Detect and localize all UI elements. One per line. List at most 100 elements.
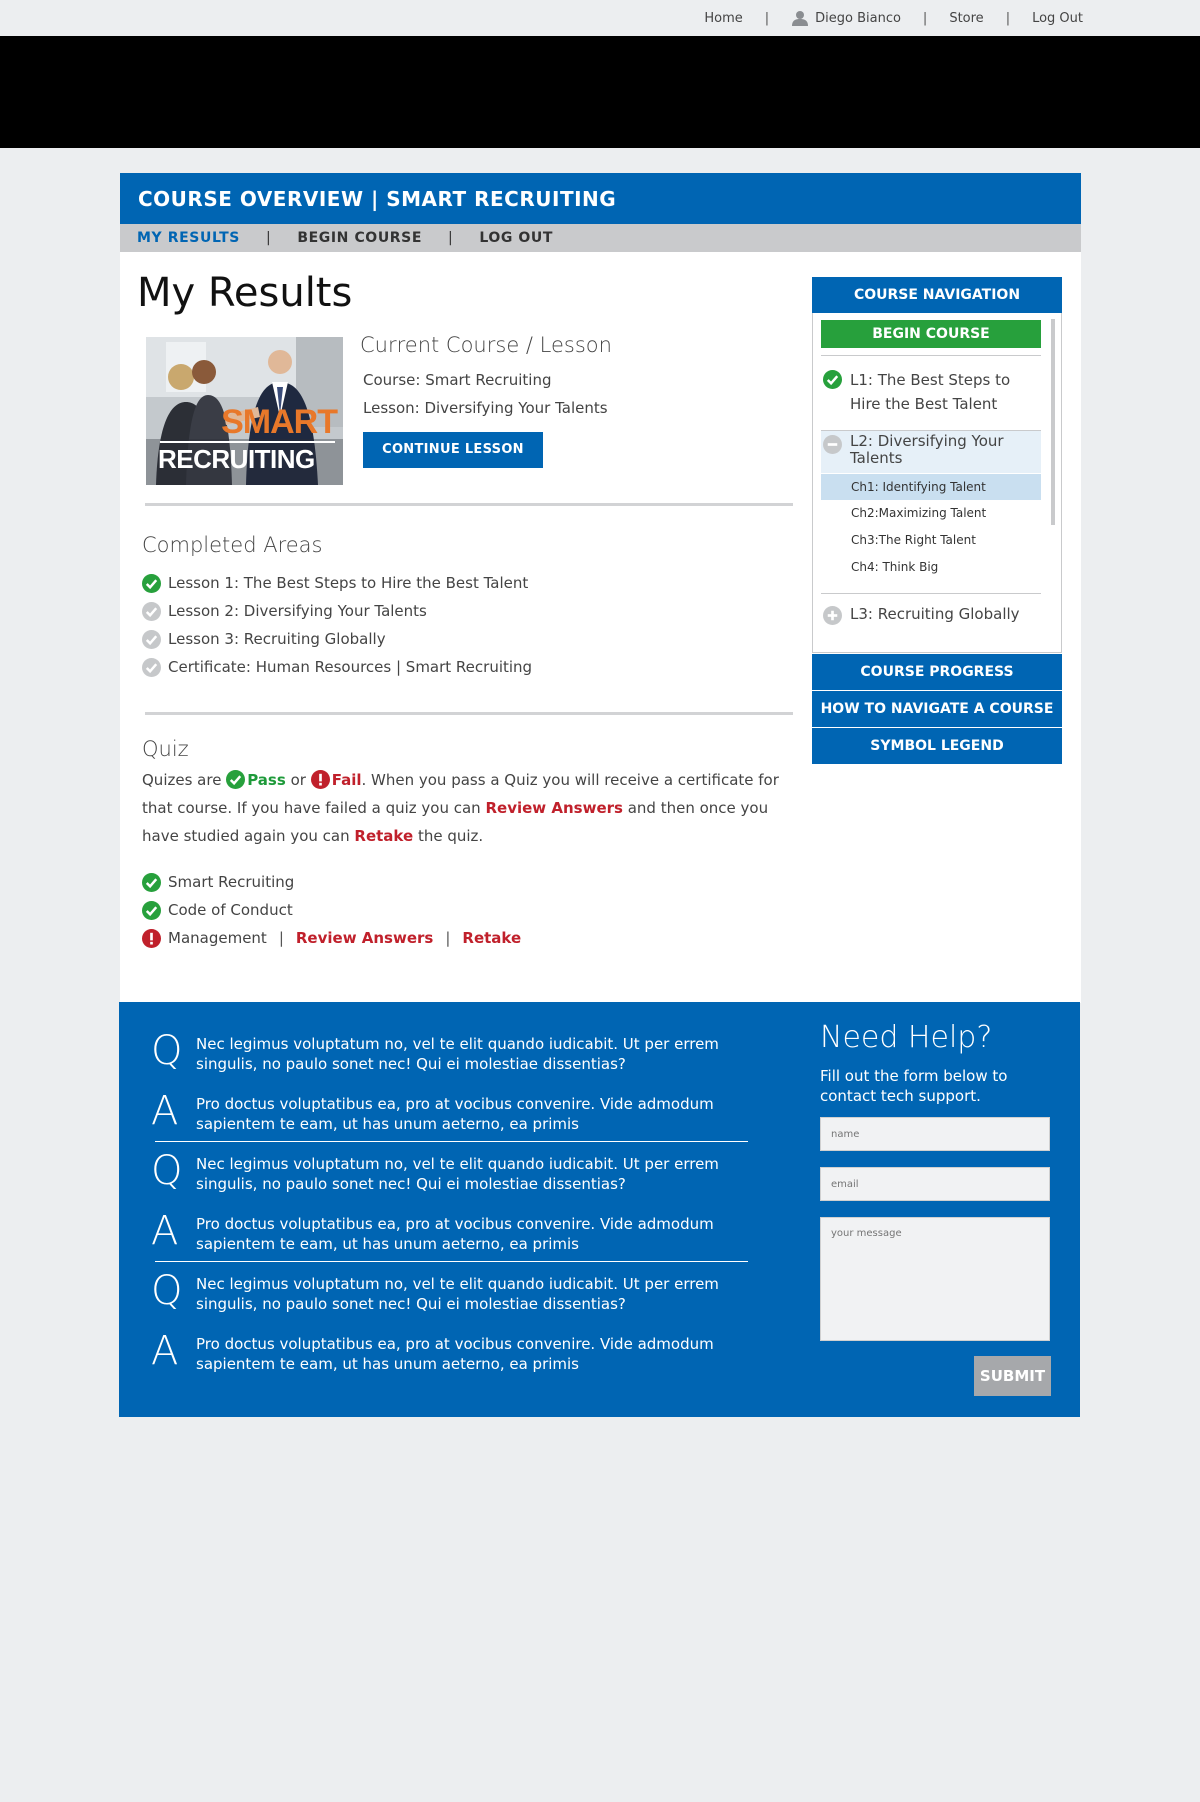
question-text: Nec legimus voluptatum no, vel te elit q… (196, 1155, 719, 1193)
completed-item: Lesson 2: Diversifying Your Talents (142, 597, 532, 625)
symbol-legend-button[interactable]: SYMBOL LEGEND (812, 727, 1062, 764)
user-icon (792, 11, 809, 26)
course-image: SMART RECRUITING (146, 337, 343, 485)
pass-icon (226, 770, 246, 789)
nav-lesson-label: L3: Recruiting Globally (850, 605, 1020, 623)
nav-lesson-2[interactable]: L2: Diversifying Your Talents (823, 433, 1033, 467)
user-link[interactable]: Diego Bianco (791, 10, 901, 26)
completed-item: Lesson 1: The Best Steps to Hire the Bes… (142, 569, 532, 597)
check-complete-icon (823, 370, 842, 389)
check-incomplete-icon (142, 601, 161, 621)
nav-lesson-1[interactable]: L1: The Best Steps to Hire the Best Tale… (823, 368, 1033, 416)
review-answers-link[interactable]: Review Answers (485, 799, 622, 817)
completed-item-label: Lesson 3: Recruiting Globally (168, 630, 386, 648)
quiz-text-1: Quizes are (142, 771, 222, 789)
store-link[interactable]: Store (949, 11, 983, 26)
nav-lesson-3[interactable]: L3: Recruiting Globally (823, 604, 1033, 625)
course-navigation-heading: COURSE NAVIGATION (812, 277, 1062, 313)
nav-scrollbar[interactable] (1051, 319, 1055, 525)
header-banner (0, 36, 1200, 148)
completed-heading: Completed Areas (142, 533, 323, 557)
logout-link[interactable]: Log Out (1032, 11, 1083, 26)
quiz-item: Code of Conduct (142, 896, 521, 924)
question-text: Nec legimus voluptatum no, vel te elit q… (196, 1275, 719, 1313)
fail-icon (142, 928, 161, 948)
submit-button[interactable]: SUBMIT (974, 1356, 1051, 1396)
nav-chapter-2[interactable]: Ch2:Maximizing Talent (821, 500, 1041, 526)
nav-chapter-3[interactable]: Ch3:The Right Talent (821, 527, 1041, 553)
begin-course-tab[interactable]: BEGIN COURSE (297, 230, 422, 246)
quiz-item: Management | Review Answers | Retake (142, 924, 521, 952)
sub-nav: MY RESULTS | BEGIN COURSE | LOG OUT (120, 224, 1081, 252)
continue-lesson-button[interactable]: CONTINUE LESSON (363, 432, 543, 468)
answer-letter: A (151, 1088, 179, 1134)
answer-text: Pro doctus voluptatibus ea, pro at vocib… (196, 1335, 714, 1373)
quiz-item-separator: | (278, 929, 284, 947)
faq-divider (155, 1141, 748, 1142)
help-footer: Q Nec legimus voluptatum no, vel te elit… (119, 1002, 1080, 1417)
check-incomplete-icon (142, 629, 161, 649)
completed-item-label: Lesson 2: Diversifying Your Talents (168, 602, 427, 620)
user-name: Diego Bianco (815, 10, 901, 26)
nav-separator: | (922, 10, 928, 26)
pass-icon (142, 900, 161, 920)
retake-link[interactable]: Retake (354, 827, 413, 845)
current-course-heading: Current Course / Lesson (360, 333, 612, 357)
course-image-word2: RECRUITING (158, 444, 315, 474)
quiz-description: Quizes are Pass or Fail. When you pass a… (142, 766, 797, 850)
how-to-navigate-button[interactable]: HOW TO NAVIGATE A COURSE (812, 690, 1062, 727)
subnav-separator: | (448, 230, 454, 246)
fail-icon (310, 770, 330, 789)
logout-tab[interactable]: LOG OUT (479, 230, 553, 246)
course-navigation-panel: COURSE NAVIGATION BEGIN COURSE L1: The B… (812, 277, 1062, 764)
section-divider (145, 712, 793, 715)
nav-chapter-1[interactable]: Ch1: Identifying Talent (821, 474, 1041, 500)
faq-divider (155, 1261, 748, 1262)
course-image-word1: SMART (221, 403, 338, 441)
collapse-icon (823, 435, 842, 454)
fail-label: Fail (331, 771, 362, 789)
question-text: Nec legimus voluptatum no, vel te elit q… (196, 1035, 719, 1073)
message-field[interactable] (820, 1217, 1050, 1341)
completed-list: Lesson 1: The Best Steps to Hire the Bes… (142, 569, 532, 681)
current-lesson-name: Lesson: Diversifying Your Talents (363, 399, 608, 417)
question-letter: Q (151, 1268, 183, 1314)
completed-item: Lesson 3: Recruiting Globally (142, 625, 532, 653)
begin-course-button[interactable]: BEGIN COURSE (821, 320, 1041, 348)
quiz-heading: Quiz (142, 737, 189, 761)
nav-separator: | (1005, 10, 1011, 26)
quiz-list: Smart Recruiting Code of Conduct Managem… (142, 868, 521, 952)
pass-icon (142, 872, 161, 892)
top-nav: Home | Diego Bianco | Store | Log Out (704, 10, 1083, 26)
review-answers-link[interactable]: Review Answers (296, 929, 433, 947)
main-card: COURSE OVERVIEW | SMART RECRUITING MY RE… (120, 173, 1081, 1003)
course-header: COURSE OVERVIEW | SMART RECRUITING (120, 173, 1081, 224)
retake-link[interactable]: Retake (462, 929, 521, 947)
quiz-item-separator: | (445, 929, 451, 947)
nav-separator: | (764, 10, 770, 26)
quiz-item-label: Code of Conduct (168, 901, 293, 919)
email-field[interactable] (820, 1167, 1050, 1201)
name-field[interactable] (820, 1117, 1050, 1151)
completed-item-label: Lesson 1: The Best Steps to Hire the Bes… (168, 574, 529, 592)
quiz-item: Smart Recruiting (142, 868, 521, 896)
nav-lesson-label: L1: The Best Steps to Hire the Best Tale… (850, 371, 1011, 413)
course-progress-button[interactable]: COURSE PROGRESS (812, 653, 1062, 690)
section-divider (145, 503, 793, 506)
answer-letter: A (151, 1328, 179, 1374)
question-letter: Q (151, 1148, 183, 1194)
nav-divider (821, 355, 1041, 356)
quiz-item-label: Management (168, 929, 267, 947)
check-incomplete-icon (142, 657, 161, 677)
check-complete-icon (142, 573, 161, 593)
nav-chapter-4[interactable]: Ch4: Think Big (821, 554, 1041, 580)
nav-divider (821, 593, 1041, 594)
answer-text: Pro doctus voluptatibus ea, pro at vocib… (196, 1215, 714, 1253)
nav-lesson-label: L2: Diversifying Your Talents (850, 432, 1004, 467)
my-results-tab[interactable]: MY RESULTS (137, 230, 240, 246)
pass-label: Pass (247, 771, 286, 789)
answer-letter: A (151, 1208, 179, 1254)
completed-item-label: Certificate: Human Resources | Smart Rec… (168, 658, 533, 676)
course-image-underline (160, 441, 335, 443)
home-link[interactable]: Home (704, 11, 742, 26)
